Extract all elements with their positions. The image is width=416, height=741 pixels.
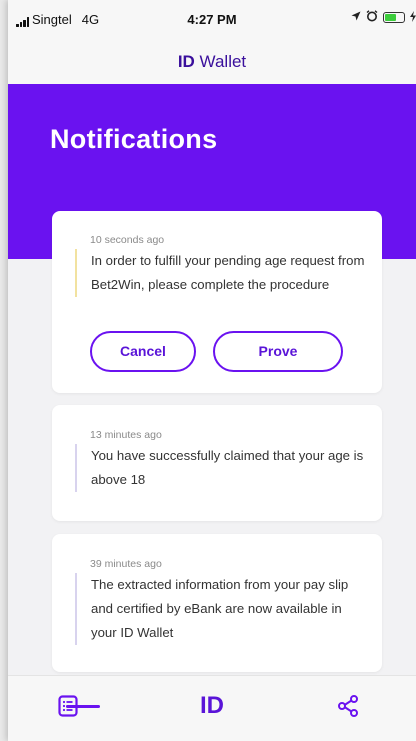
app-title-bold: ID <box>177 52 195 71</box>
location-arrow-icon <box>351 11 361 23</box>
share-icon <box>338 695 358 717</box>
prove-button[interactable]: Prove <box>213 331 343 372</box>
nav-share-tab[interactable] <box>326 676 370 736</box>
cancel-button[interactable]: Cancel <box>90 331 196 372</box>
notification-time: 10 seconds ago <box>90 234 165 246</box>
notification-card: 13 minutes ago You have successfully cla… <box>52 405 382 521</box>
app-title-rest: Wallet <box>194 52 247 71</box>
notification-card: 10 seconds ago In order to fulfill your … <box>52 211 382 393</box>
notification-card: 39 minutes ago The extracted information… <box>52 534 382 672</box>
alarm-icon <box>366 10 378 24</box>
battery-level <box>385 13 396 21</box>
notification-message: You have successfully claimed that your … <box>75 444 365 492</box>
app-title-bar: ID Wallet <box>8 40 416 84</box>
notification-message: In order to fulfill your pending age req… <box>75 249 365 297</box>
notification-time: 39 minutes ago <box>90 558 162 570</box>
notification-time: 13 minutes ago <box>90 429 162 441</box>
phone-screen: Singtel 4G 4:27 PM ID Wallet Notificatio… <box>8 0 416 741</box>
status-bar: Singtel 4G 4:27 PM <box>8 0 416 40</box>
status-right <box>351 10 416 24</box>
active-tab-indicator <box>66 705 100 708</box>
nav-id-tab[interactable]: ID <box>182 676 242 736</box>
battery-icon <box>383 11 405 23</box>
page-title: Notifications <box>50 124 218 154</box>
charging-icon <box>410 10 416 24</box>
bottom-nav: ID <box>8 675 416 741</box>
notification-message: The extracted information from your pay … <box>75 573 365 645</box>
